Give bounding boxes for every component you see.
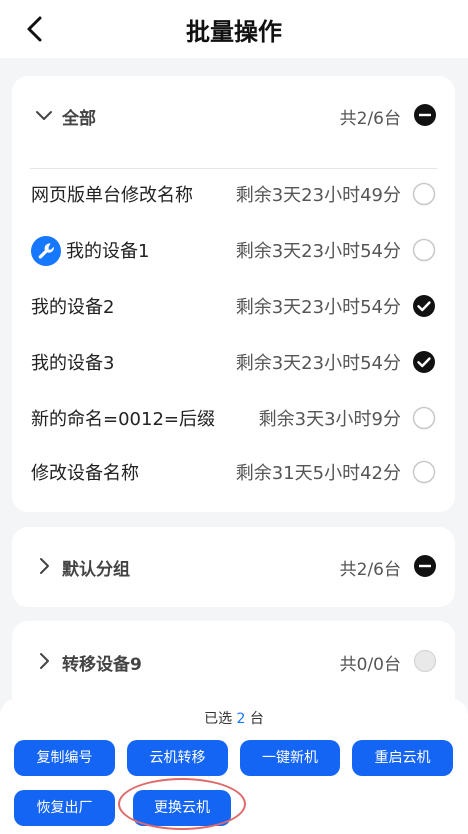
device-row[interactable]: 网页版单台修改名称 剩余3天23小时49分 <box>12 166 455 220</box>
replace-cloud-button[interactable]: 更换云机 <box>133 790 231 826</box>
partial-select-icon[interactable] <box>413 554 437 578</box>
chevron-right-icon <box>40 653 49 669</box>
device-row[interactable]: 新的命名=0012=后缀 剩余3天3小时9分 <box>12 390 455 444</box>
device-row[interactable]: 我的设备1 剩余3天23小时54分 <box>12 222 455 276</box>
selected-number: 2 <box>236 711 246 727</box>
copy-id-button[interactable]: 复制编号 <box>14 740 115 776</box>
group-count: 共2/6台 <box>339 560 401 580</box>
group-name: 转移设备9 <box>62 655 142 675</box>
checked-circle-icon[interactable] <box>412 350 436 374</box>
batch-action-panel: 已选 2 台 复制编号 云机转移 一键新机 重启云机 恢复出厂 更换云机 <box>0 698 468 834</box>
group-count: 共0/0台 <box>339 655 401 675</box>
disabled-circle-icon[interactable] <box>413 649 437 673</box>
selected-prefix: 已选 <box>204 711 233 727</box>
device-row[interactable]: 我的设备2 剩余3天23小时54分 <box>12 278 455 332</box>
factory-reset-button[interactable]: 恢复出厂 <box>14 790 115 826</box>
selected-suffix: 台 <box>249 711 264 727</box>
checked-circle-icon[interactable] <box>412 294 436 318</box>
unchecked-circle-icon[interactable] <box>412 238 436 262</box>
top-bar: 批量操作 <box>0 0 468 58</box>
group-card-all: 全部 共2/6台 网页版单台修改名称 剩余3天23小时49分 我的设备1 剩余3… <box>12 76 455 512</box>
group-header-default[interactable]: 默认分组 共2/6台 <box>12 537 455 597</box>
restart-cloud-button[interactable]: 重启云机 <box>352 740 453 776</box>
device-remaining: 剩余3天23小时54分 <box>235 241 401 262</box>
device-remaining: 剩余3天3小时9分 <box>258 409 401 430</box>
group-header-all[interactable]: 全部 共2/6台 <box>12 86 455 146</box>
device-row[interactable]: 修改设备名称 剩余31天5小时42分 <box>12 444 455 498</box>
group-name: 全部 <box>62 109 96 129</box>
page-title: 批量操作 <box>186 18 282 46</box>
group-card-default: 默认分组 共2/6台 <box>12 527 455 607</box>
selected-count-text: 已选 2 台 <box>0 708 468 728</box>
group-name: 默认分组 <box>62 560 130 580</box>
device-remaining: 剩余3天23小时54分 <box>235 353 401 374</box>
unchecked-circle-icon[interactable] <box>412 182 436 206</box>
partial-select-icon[interactable] <box>413 103 437 127</box>
device-remaining: 剩余3天23小时49分 <box>235 185 401 206</box>
device-remaining: 剩余3天23小时54分 <box>235 297 401 318</box>
device-row[interactable]: 我的设备3 剩余3天23小时54分 <box>12 334 455 388</box>
one-click-new-button[interactable]: 一键新机 <box>240 740 340 776</box>
chevron-right-icon <box>40 558 49 574</box>
device-name: 新的命名=0012=后缀 <box>31 409 215 430</box>
device-remaining: 剩余31天5小时42分 <box>235 463 401 484</box>
device-name: 修改设备名称 <box>31 463 139 484</box>
group-header-transfer[interactable]: 转移设备9 共0/0台 <box>12 632 455 692</box>
transfer-cloud-button[interactable]: 云机转移 <box>127 740 228 776</box>
unchecked-circle-icon[interactable] <box>412 460 436 484</box>
device-name: 我的设备1 <box>66 241 150 262</box>
chevron-down-icon <box>36 111 52 120</box>
device-name: 网页版单台修改名称 <box>31 185 193 206</box>
unchecked-circle-icon[interactable] <box>412 406 436 430</box>
device-name: 我的设备3 <box>31 353 115 374</box>
group-count: 共2/6台 <box>339 109 401 129</box>
wrench-icon <box>31 236 61 266</box>
device-name: 我的设备2 <box>31 297 115 318</box>
